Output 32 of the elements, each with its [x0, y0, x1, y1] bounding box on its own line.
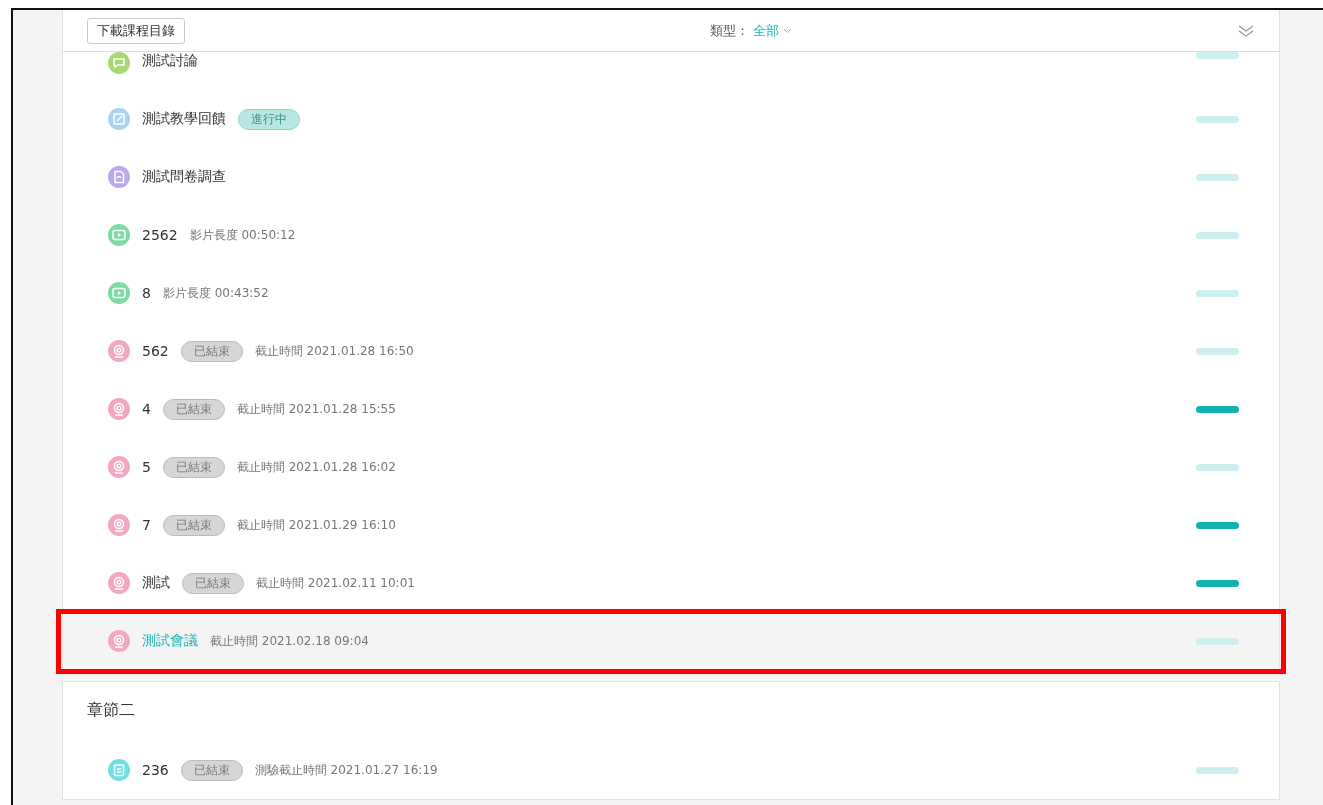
item-title[interactable]: 4	[142, 401, 151, 417]
item-meta: 截止時間 2021.01.29 16:10	[236, 516, 396, 534]
item-meta: 截止時間 2021.02.18 09:04	[210, 632, 369, 650]
status-badge: 已結束	[180, 340, 243, 362]
item-meta: 截止時間 2021.01.28 16:50	[254, 342, 414, 360]
chevron-down-icon[interactable]	[783, 27, 792, 34]
item-title[interactable]: 測試	[142, 574, 170, 592]
item-meta: 截止時間 2021.02.11 10:01	[256, 574, 415, 592]
item-meta: 截止時間 2021.01.28 16:02	[236, 458, 396, 476]
item-title[interactable]: 測試問卷調查	[142, 168, 226, 186]
item-meta: 測驗截止時間 2021.01.27 16:19	[254, 761, 438, 779]
item-title[interactable]: 2562	[142, 227, 178, 243]
item-title[interactable]: 5	[142, 459, 151, 475]
status-badge: 已結束	[180, 759, 243, 781]
item-title[interactable]: 8	[142, 285, 151, 301]
collapse-icon[interactable]	[1237, 23, 1255, 38]
item-title[interactable]: 236	[142, 762, 169, 778]
status-badge: 已結束	[162, 398, 225, 420]
status-badge: 已結束	[182, 572, 244, 594]
chapter-title: 章節二	[86, 699, 136, 721]
item-meta: 影片長度 00:43:52	[162, 284, 269, 302]
item-meta: 影片長度 00:50:12	[189, 226, 296, 244]
filter-label: 類型：	[710, 21, 749, 40]
download-button[interactable]: 下載課程目錄	[87, 17, 185, 44]
item-meta: 截止時間 2021.01.28 15:55	[236, 400, 396, 418]
status-badge: 已結束	[162, 514, 225, 536]
status-badge: 進行中	[238, 108, 300, 130]
item-title[interactable]: 測試討論	[142, 52, 198, 70]
status-badge: 已結束	[162, 456, 225, 478]
item-title[interactable]: 測試教學回饋	[142, 110, 226, 128]
item-title[interactable]: 562	[142, 343, 169, 359]
item-title[interactable]: 7	[142, 517, 151, 533]
